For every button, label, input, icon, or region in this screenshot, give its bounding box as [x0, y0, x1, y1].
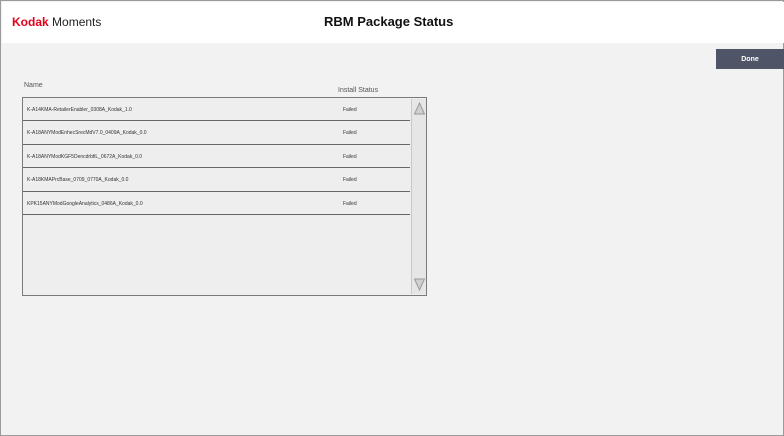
page-title: RBM Package Status	[324, 14, 454, 29]
app-window: Kodak Moments RBM Package Status Done Na…	[0, 0, 784, 436]
done-button[interactable]: Done	[716, 49, 784, 69]
install-status: Failed	[343, 107, 357, 113]
table-row[interactable]: K-A18ANYModKGF5DencdrbfiL_0672A_Kodak_0.…	[23, 145, 410, 169]
install-status: Failed	[343, 177, 357, 184]
package-name: K-A18KMAPrcBase_0709_0770A_Kodak_0.0	[27, 177, 129, 184]
brand-kodak-text: Kodak	[12, 15, 49, 29]
vertical-scrollbar[interactable]	[411, 99, 426, 294]
triangle-down-icon[interactable]	[414, 278, 425, 291]
table-row[interactable]: KPK15ANYModGoogleAnalytics_0486A_Kodak_0…	[23, 192, 410, 215]
table-rows: K-A14KMA-RetailerEnabler_0308A_Kodak_1.0…	[23, 98, 410, 215]
package-name: K-A18ANYModEnhecSrecMdV7.0_0409A_Kodak_0…	[27, 130, 147, 137]
brand-logo: Kodak Moments	[12, 15, 101, 29]
package-name: K-A14KMA-RetailerEnabler_0308A_Kodak_1.0	[27, 107, 132, 113]
install-status: Failed	[343, 200, 357, 207]
column-header-install-status: Install Status	[338, 87, 379, 94]
brand-moments-text: Moments	[52, 15, 102, 29]
triangle-up-icon[interactable]	[414, 102, 425, 115]
column-header-name: Name	[24, 82, 43, 89]
package-name: K-A18ANYModKGF5DencdrbfiL_0672A_Kodak_0.…	[27, 153, 143, 160]
header-bar: Kodak Moments RBM Package Status	[2, 2, 784, 43]
install-status: Failed	[343, 130, 357, 137]
install-status: Failed	[343, 153, 357, 160]
table-row[interactable]: K-A18ANYModEnhecSrecMdV7.0_0409A_Kodak_0…	[23, 121, 410, 145]
package-name: KPK15ANYModGoogleAnalytics_0486A_Kodak_0…	[27, 200, 143, 207]
table-row[interactable]: K-A14KMA-RetailerEnabler_0308A_Kodak_1.0…	[23, 98, 410, 122]
package-status-table: K-A14KMA-RetailerEnabler_0308A_Kodak_1.0…	[22, 97, 427, 296]
table-row[interactable]: K-A18KMAPrcBase_0709_0770A_Kodak_0.0 Fai…	[23, 168, 410, 192]
